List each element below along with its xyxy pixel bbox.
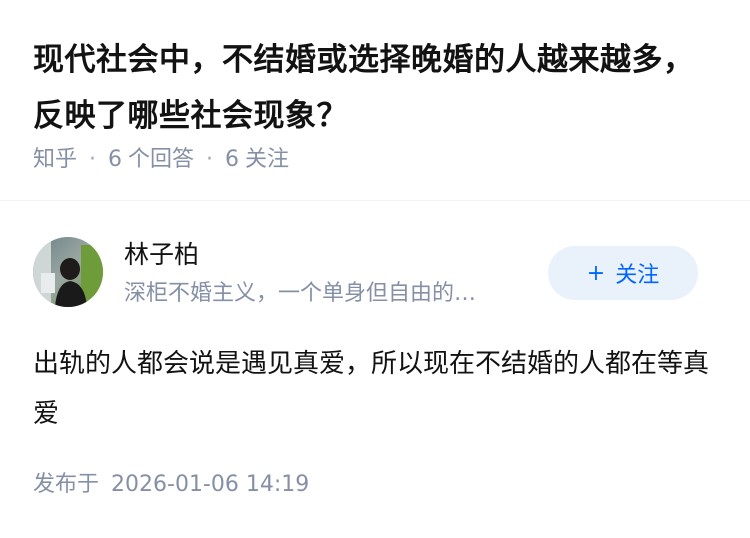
answer-count-label[interactable]: 个回答 xyxy=(128,145,194,175)
follow-button-label: 关注 xyxy=(615,263,660,288)
answer-content[interactable]: 出轨的人都会说是遇见真爱，所以现在不结婚的人都在等真爱 xyxy=(33,339,713,439)
plus-icon: + xyxy=(586,260,606,286)
publish-time: 发布于 2026-01-06 14:19 xyxy=(33,470,309,500)
source-label[interactable]: 知乎 xyxy=(33,145,77,175)
publish-label: 发布于 xyxy=(33,472,100,497)
separator-dot: · xyxy=(89,147,97,172)
section-divider xyxy=(0,200,750,201)
question-meta: 知乎 · 6 个回答 · 6 关注 xyxy=(33,145,289,175)
follow-button[interactable]: + 关注 xyxy=(548,246,698,300)
follow-count-label[interactable]: 关注 xyxy=(245,145,289,175)
author-name[interactable]: 林子柏 xyxy=(124,238,199,272)
question-title[interactable]: 现代社会中，不结婚或选择晚婚的人越来越多，反映了哪些社会现象？ xyxy=(33,32,723,144)
author-avatar[interactable] xyxy=(33,237,103,307)
publish-date: 2026-01-06 14:19 xyxy=(111,472,310,497)
follow-count: 6 xyxy=(225,147,240,172)
author-bio: 深柜不婚主义，一个单身但自由的… xyxy=(124,281,477,306)
separator-dot: · xyxy=(206,147,214,172)
answer-count: 6 xyxy=(108,147,123,172)
page: 现代社会中，不结婚或选择晚婚的人越来越多，反映了哪些社会现象？ 知乎 · 6 个… xyxy=(0,0,750,538)
avatar-image xyxy=(33,237,103,307)
